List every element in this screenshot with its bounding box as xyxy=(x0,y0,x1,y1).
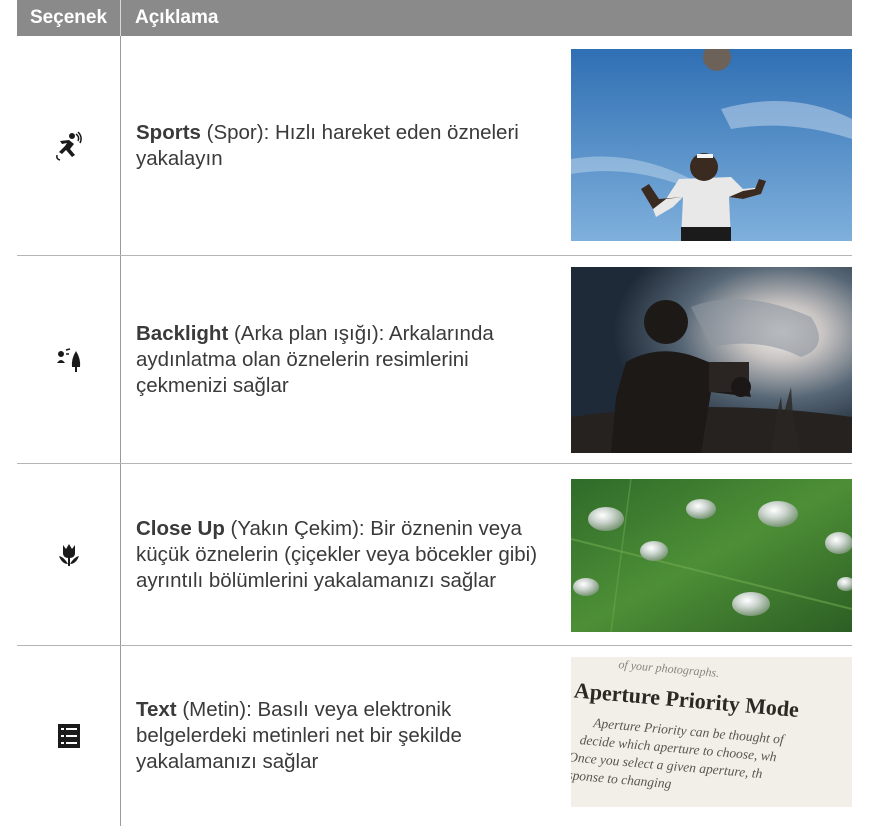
row-title: Close Up xyxy=(136,516,225,540)
row-title: Backlight xyxy=(136,321,229,345)
table-row: Close Up (Yakın Çekim): Bir öznenin veya… xyxy=(17,464,852,646)
table-header: Seçenek Açıklama xyxy=(17,0,852,36)
row-text: (Metin): Basılı veya elektronik belgeler… xyxy=(136,698,462,773)
text-description: Text (Metin): Basılı veya elektronik bel… xyxy=(121,646,557,826)
table-row: Text (Metin): Basılı veya elektronik bel… xyxy=(17,646,852,826)
header-description: Açıklama xyxy=(135,7,219,28)
header-option: Seçenek xyxy=(17,0,121,36)
table-row: Backlight (Arka plan ışığı): Arkalarında… xyxy=(17,256,852,464)
water-drops-leaf-photo xyxy=(571,479,852,632)
sports-scene-icon xyxy=(17,36,121,255)
close-up-description: Close Up (Yakın Çekim): Bir öznenin veya… xyxy=(121,464,557,645)
close-up-flower-icon xyxy=(17,464,121,645)
text-document-icon xyxy=(17,646,121,826)
scene-mode-table: Seçenek Açıklama Sports (Spor): Hızlı ha… xyxy=(17,0,852,826)
soccer-player-photo xyxy=(571,49,852,241)
backlight-description: Backlight (Arka plan ışığı): Arkalarında… xyxy=(121,256,557,463)
book-top-line: of your photographs. xyxy=(617,657,720,680)
backlit-silhouette-photo xyxy=(571,267,852,453)
row-title: Text xyxy=(136,698,177,721)
book-page-photo: of your photographs. Aperture Priority M… xyxy=(571,657,852,807)
backlight-scene-icon xyxy=(17,256,121,463)
row-title: Sports xyxy=(136,120,201,144)
sports-description: Sports (Spor): Hızlı hareket eden öznele… xyxy=(121,36,557,255)
table-row: Sports (Spor): Hızlı hareket eden öznele… xyxy=(17,36,852,256)
